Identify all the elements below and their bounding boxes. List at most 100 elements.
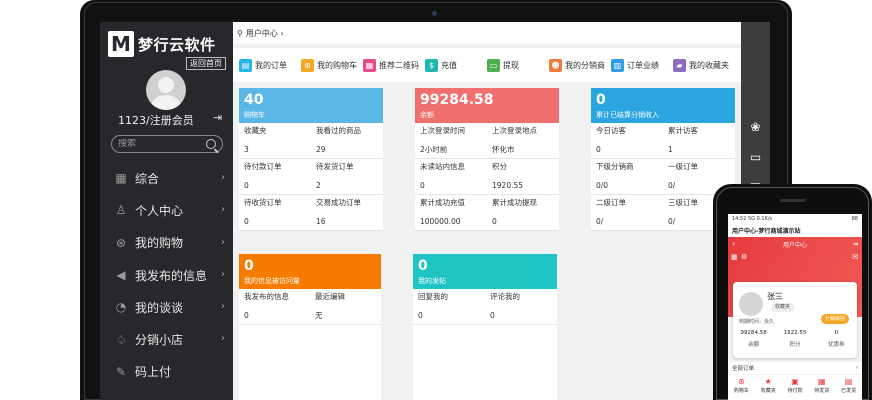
stat-cell[interactable]: 最近编辑无	[310, 289, 381, 325]
stat-cell[interactable]: 我发布的信息 0	[239, 289, 310, 325]
search-input[interactable]	[118, 139, 206, 149]
shortcut-recharge[interactable]: $ 充值	[425, 58, 487, 72]
card-header[interactable]: 0 累计已结算分销收入	[591, 88, 735, 123]
stat-cell[interactable]: 下级分销商 0/0	[591, 159, 663, 195]
stat-value: 0/0	[596, 181, 609, 190]
breadcrumb-text[interactable]: 用户中心 ›	[246, 28, 284, 39]
back-icon[interactable]: ‹	[732, 239, 735, 248]
shortcut-label: 提现	[503, 60, 519, 70]
tab-label: 待发货	[814, 388, 830, 394]
stat-value: 0	[834, 330, 839, 336]
stat-cell[interactable]: 回复我的 0	[413, 289, 485, 325]
sidebar-item-pay[interactable]: ✎ 码上付	[100, 356, 233, 388]
card-header[interactable]: 0 我的信息被访问量	[239, 254, 381, 289]
shortcut-cart[interactable]: ⊛ 我的购物车	[301, 58, 363, 72]
box-icon: ▦	[818, 377, 826, 386]
stat-cell[interactable]: 累计访客 1	[663, 123, 735, 159]
stat-cell[interactable]: 待付款订单 0	[239, 159, 311, 195]
person-icon: ♙	[115, 203, 127, 218]
stat-cell[interactable]: 累计成功充值 100000.00	[415, 195, 487, 231]
card-header[interactable]: 0 我的发帖	[413, 254, 557, 289]
chart-icon: ▥	[611, 58, 624, 72]
avatar[interactable]	[739, 292, 763, 316]
stat-value: 0	[418, 311, 423, 320]
chevron-right-icon: ›	[221, 172, 225, 183]
stat-value: 2	[316, 181, 321, 190]
sidebar-item-shopping[interactable]: ⊛ 我的购物 ›	[100, 227, 233, 259]
tab-label: 待付款	[787, 388, 803, 394]
shortcut-label: 我的分销商	[565, 60, 605, 70]
logout-icon[interactable]: ⇥	[213, 112, 225, 124]
stat-cell[interactable]: 收藏夹 3	[239, 123, 311, 159]
gear-icon[interactable]: ⚙	[741, 253, 747, 261]
exit-icon[interactable]: ⇥	[852, 240, 858, 248]
phone-speaker	[780, 199, 806, 202]
tab-cart[interactable]: ⊛ 购物车	[728, 375, 755, 400]
stat-value: 0	[244, 181, 249, 190]
back-home-link[interactable]: 返回首页	[186, 57, 226, 70]
avatar[interactable]	[146, 70, 186, 110]
shortcut-favorites[interactable]: ▰ 我的收藏夹	[673, 58, 735, 72]
stat-label: 最近编辑	[315, 292, 345, 301]
stat-value: 0	[492, 217, 497, 226]
stat-cell[interactable]: 二级订单 0/	[591, 195, 663, 231]
tab-favorites[interactable]: ★ 收藏夹	[755, 375, 782, 400]
truck-icon: ▤	[844, 377, 853, 386]
stat-label: 未读站内信息	[420, 162, 465, 171]
card-header[interactable]: 40 购物车	[239, 88, 383, 123]
card-stats: 收藏夹 3 我看过的商品 29 待付款订单 0 待发货订单 2 待收货订单 0 交易成功订…	[239, 123, 383, 231]
topics-summary-card: 0 我的发帖 回复我的 0 评论我的 0	[413, 254, 557, 400]
shortcut-label: 订单业绩	[627, 60, 659, 70]
shortcut-orders[interactable]: ▤ 我的订单	[239, 58, 301, 72]
chevron-right-icon: ›	[855, 365, 858, 371]
sidebar-item-overview[interactable]: ▦ 综合 ›	[100, 162, 233, 194]
sidebar-item-profile[interactable]: ♙ 个人中心 ›	[100, 194, 233, 226]
shortcut-qrcode[interactable]: ▦ 推荐二维码	[363, 58, 425, 72]
mail-icon[interactable]: ✉	[852, 253, 858, 261]
stat-label: 二级订单	[596, 198, 626, 207]
sidebar: M 梦行云软件 返回首页 1123/注册会员 ⇥ ▦ 综合 › ♙ 个人中心 ›…	[100, 22, 233, 400]
phone-stats: 99284.58 余额 1922.55 积分 0 优惠券	[733, 330, 857, 348]
tab-to-ship[interactable]: ▦ 待发货	[808, 375, 835, 400]
phone-profile-card: 张三 收藏夹 到期时间：永久 分销级别 99284.58 余额 1922.55 积分…	[733, 282, 857, 358]
shortcut-performance[interactable]: ▥ 订单业绩	[611, 58, 673, 72]
grid-icon: ▦	[115, 171, 127, 186]
stat-cell[interactable]: 累计成功提现 0	[487, 195, 559, 231]
stat-value: 29	[316, 145, 326, 154]
stat-label: 上次登录地点	[492, 126, 537, 135]
distribution-level-button[interactable]: 分销级别	[821, 314, 850, 324]
stat-cell[interactable]: 待收货订单 0	[239, 195, 311, 231]
tab-label: 收藏夹	[760, 388, 776, 394]
message-icon[interactable]: ▭	[747, 150, 764, 164]
phone-stat[interactable]: 0 优惠券	[816, 330, 857, 348]
sidebar-item-shop[interactable]: ♤ 分销小店 ›	[100, 323, 233, 355]
stat-cell[interactable]: 今日访客 0	[591, 123, 663, 159]
card-header[interactable]: 99284.58 余额	[415, 88, 559, 123]
stat-cell[interactable]: 评论我的 0	[485, 289, 557, 325]
sidebar-item-posts[interactable]: ◀ 我发布的信息 ›	[100, 259, 233, 291]
sidebar-item-talks[interactable]: ◔ 我的谈谈 ›	[100, 291, 233, 323]
chevron-right-icon: ›	[221, 268, 225, 280]
shortcut-withdraw[interactable]: ▭ 提现	[487, 58, 549, 72]
qrcode-icon[interactable]: ▦	[731, 253, 738, 261]
card-subtitle: 我的信息被访问量	[244, 277, 300, 285]
search-icon[interactable]	[206, 139, 216, 149]
tab-shipped[interactable]: ▤ 已发货	[835, 375, 862, 400]
stat-cell[interactable]: 我看过的商品 29	[311, 123, 383, 159]
stat-cell[interactable]: 积分 1920.55	[487, 159, 559, 195]
tab-to-pay[interactable]: ▣ 待付款	[782, 375, 809, 400]
stat-cell[interactable]: 交易成功订单 16	[311, 195, 383, 231]
brand-logo[interactable]: M 梦行云软件	[108, 30, 228, 58]
stat-label: 一级订单	[668, 162, 698, 171]
phone-stat[interactable]: 99284.58 余额	[733, 330, 774, 348]
wechat-icon[interactable]: ❀	[747, 120, 764, 134]
people-icon: ☻	[549, 58, 562, 72]
all-orders-row[interactable]: 全部订单 ›	[728, 362, 862, 374]
stat-cell[interactable]: 未读站内信息 0	[415, 159, 487, 195]
shortcut-distributors[interactable]: ☻ 我的分销商	[549, 58, 611, 72]
stat-cell[interactable]: 待发货订单 2	[311, 159, 383, 195]
stat-value: 1	[668, 145, 673, 154]
phone-stat[interactable]: 1922.55 积分	[774, 330, 815, 348]
camera-icon	[432, 11, 437, 16]
shortcut-label: 推荐二维码	[379, 60, 419, 70]
